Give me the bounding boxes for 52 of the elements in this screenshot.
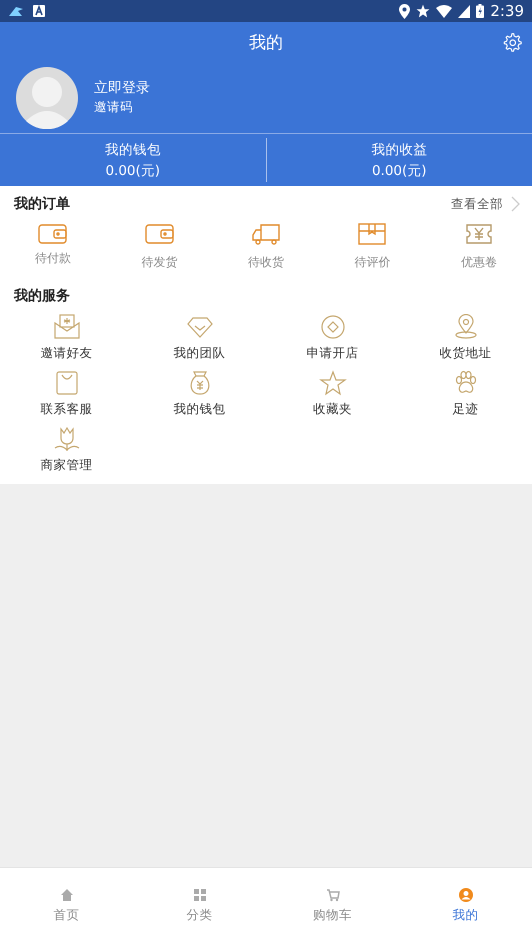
order-status-label: 待评价: [354, 254, 390, 271]
envelope-icon[interactable]: [52, 314, 80, 340]
order-status-label: 待发货: [142, 254, 178, 271]
person-icon: [458, 888, 472, 902]
login-link[interactable]: 立即登录: [94, 79, 150, 97]
service-label: 联系客服: [40, 401, 92, 418]
cart-icon: [326, 888, 340, 902]
status-time: 2:39: [490, 2, 524, 20]
balance-label: 我的收益: [371, 140, 428, 158]
page-title: 我的: [249, 32, 283, 54]
coin-icon[interactable]: [318, 314, 346, 340]
section-title: 我的订单: [14, 195, 71, 213]
star-icon[interactable]: [318, 370, 346, 396]
view-all-link[interactable]: 查看全部: [451, 196, 503, 212]
order-status-label: 待收货: [248, 254, 284, 271]
app-notification-icon: [8, 5, 24, 17]
location-icon: [399, 4, 410, 18]
flower-icon[interactable]: [52, 426, 80, 452]
service-label: 邀请好友: [40, 345, 92, 362]
service-label: 我的团队: [174, 345, 226, 362]
section-title: 我的服务: [14, 287, 71, 305]
avatar-icon[interactable]: [16, 66, 78, 128]
balance-label: 我的钱包: [104, 140, 161, 158]
font-notification-icon: [33, 5, 45, 17]
tab-bar-item[interactable]: 我的: [399, 868, 532, 944]
truck-icon[interactable]: [251, 222, 282, 246]
box-icon[interactable]: [357, 222, 388, 246]
invite-code-label: 邀请码: [94, 99, 134, 116]
tab-bar-item[interactable]: 购物车: [266, 868, 399, 944]
ticket-icon[interactable]: [464, 222, 494, 246]
service-label: 申请开店: [306, 345, 358, 362]
order-status-label: 待付款: [35, 250, 72, 267]
service-label: 足迹: [452, 401, 478, 418]
wifi-icon: [436, 4, 452, 18]
wallet-icon[interactable]: [38, 222, 68, 246]
service-label: 商家管理: [40, 457, 92, 474]
home-icon: [60, 888, 74, 902]
service-label: 收货地址: [440, 345, 492, 362]
wallet-icon[interactable]: [144, 222, 175, 246]
service-label: 收藏夹: [313, 401, 352, 418]
signal-icon: [458, 4, 470, 18]
tab-bar-item[interactable]: 首页: [0, 868, 133, 944]
battery-icon: [476, 4, 484, 18]
settings-icon[interactable]: [502, 32, 522, 52]
service-label: 我的钱包: [174, 401, 226, 418]
balance-value: 0.00(元): [105, 162, 160, 180]
tab-bar-item[interactable]: 分类: [133, 868, 266, 944]
grid-icon: [192, 888, 206, 902]
order-status-label: 优惠卷: [460, 254, 497, 271]
star-status-icon: [416, 4, 430, 18]
chevron-right-icon[interactable]: [511, 196, 520, 212]
balance-value: 0.00(元): [372, 162, 427, 180]
